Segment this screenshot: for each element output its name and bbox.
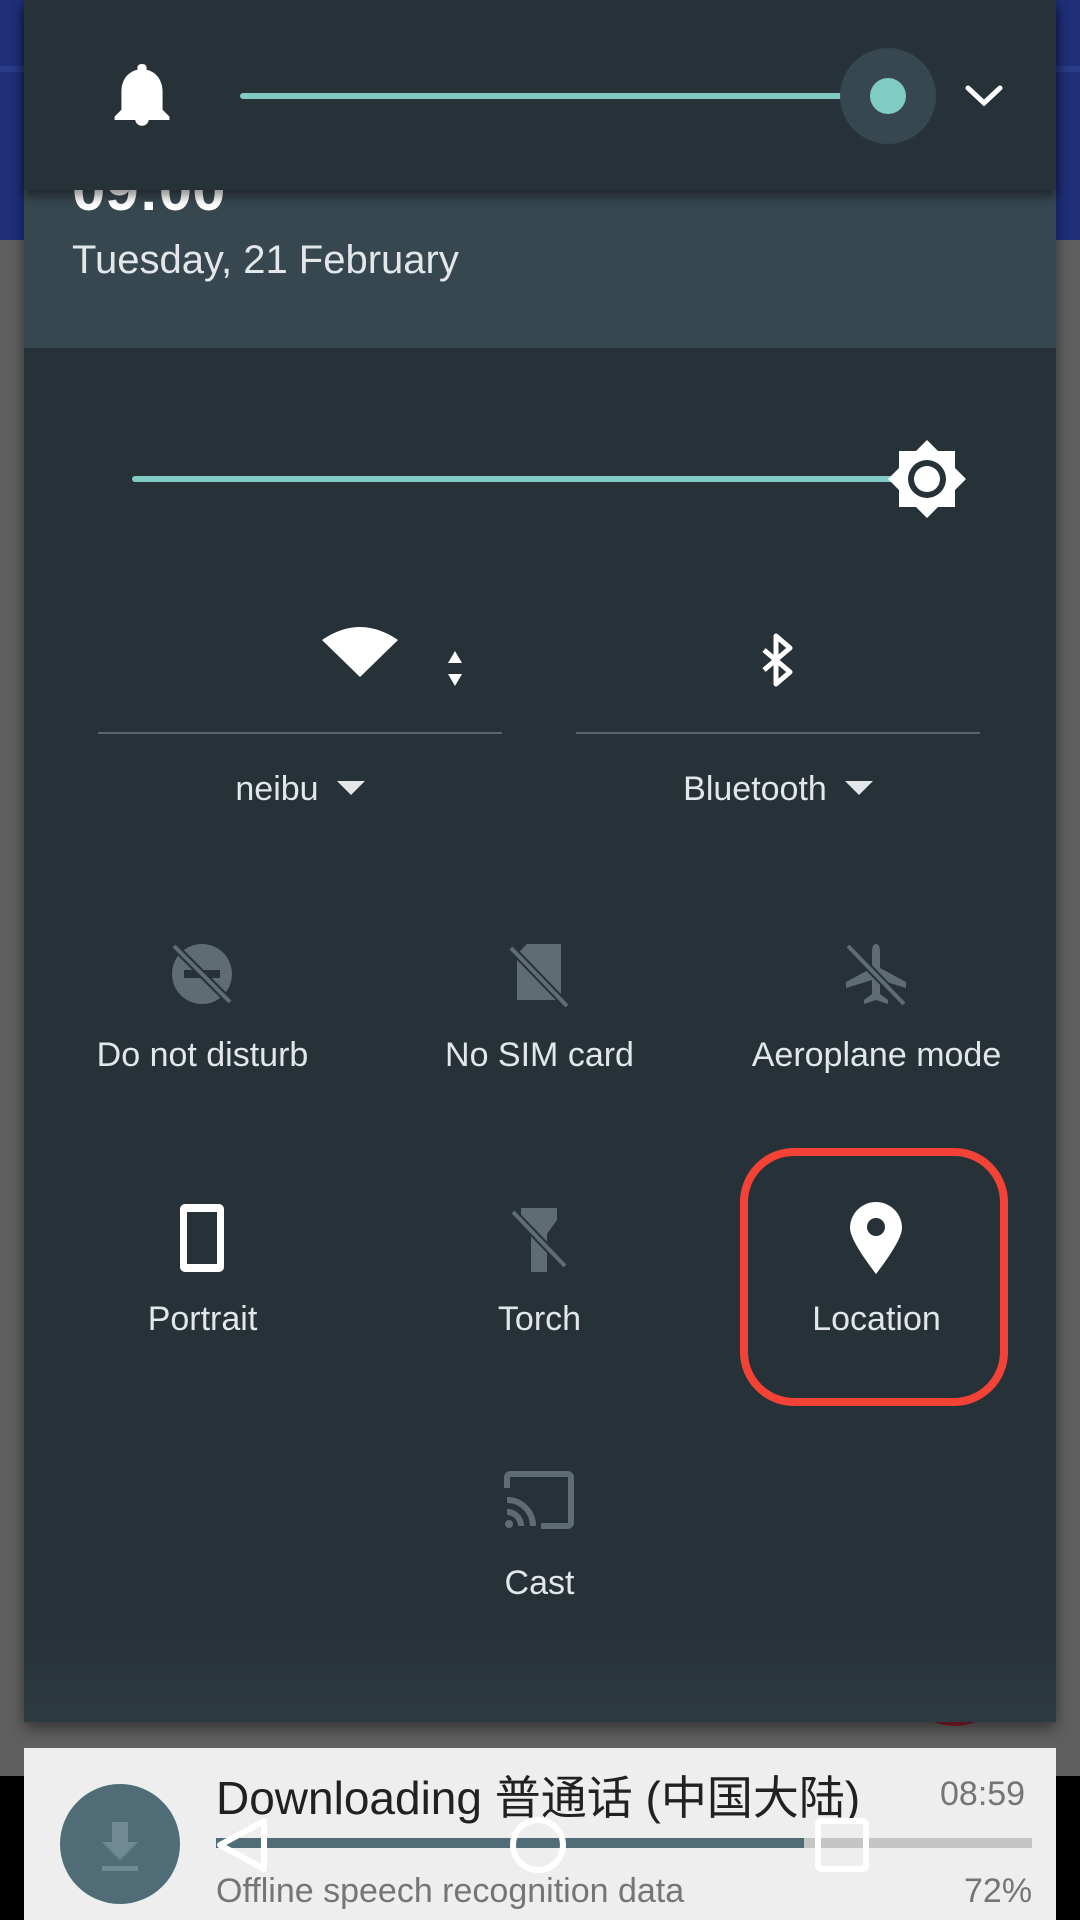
download-icon xyxy=(60,1784,180,1904)
bluetooth-icon xyxy=(762,633,793,687)
recents-button[interactable] xyxy=(812,1815,872,1875)
volume-panel xyxy=(24,0,1056,190)
volume-slider-thumb[interactable] xyxy=(870,78,906,114)
home-button[interactable] xyxy=(508,1815,568,1875)
tile-no-sim[interactable]: No SIM card xyxy=(371,930,708,1130)
notification-subtitle: Offline speech recognition data xyxy=(216,1872,685,1910)
no-sim-icon xyxy=(508,944,570,1009)
wifi-label[interactable]: neibu xyxy=(98,770,502,809)
dropdown-caret-icon xyxy=(844,781,873,796)
tile-do-not-disturb[interactable]: Do not disturb xyxy=(34,930,371,1130)
tile-label: Cast xyxy=(504,1564,575,1602)
tile-label: No SIM card xyxy=(445,1036,634,1074)
wifi-icon xyxy=(322,627,462,686)
download-progress-bar xyxy=(216,1838,1032,1848)
chevron-down-icon[interactable] xyxy=(962,80,1006,110)
brightness-icon[interactable] xyxy=(886,438,968,520)
tile-label: Torch xyxy=(497,1300,582,1338)
do-not-disturb-off-icon xyxy=(171,943,233,1005)
airplane-icon xyxy=(845,943,907,1007)
cast-icon xyxy=(504,1471,574,1529)
bluetooth-label[interactable]: Bluetooth xyxy=(576,770,980,809)
dropdown-caret-icon xyxy=(336,781,365,796)
tile-torch[interactable]: Torch xyxy=(371,1194,708,1394)
tile-aeroplane-mode[interactable]: Aeroplane mode xyxy=(708,930,1045,1130)
tile-portrait[interactable]: Portrait xyxy=(34,1194,371,1394)
back-button[interactable] xyxy=(212,1815,272,1875)
tile-cast[interactable]: Cast xyxy=(371,1458,708,1658)
wifi-divider xyxy=(98,732,502,734)
brightness-slider[interactable] xyxy=(132,476,932,482)
volume-slider[interactable] xyxy=(240,93,888,99)
notification-time: 08:59 xyxy=(940,1775,1026,1813)
bluetooth-tile[interactable]: Bluetooth xyxy=(576,620,980,830)
wifi-tile[interactable]: neibu xyxy=(98,620,502,830)
bluetooth-divider xyxy=(576,732,980,734)
tile-label: Portrait xyxy=(147,1300,258,1338)
location-highlight xyxy=(740,1148,1008,1406)
date[interactable]: Tuesday, 21 February xyxy=(72,238,459,283)
bell-icon[interactable] xyxy=(114,64,170,128)
torch-icon xyxy=(510,1208,568,1272)
tile-label: Aeroplane mode xyxy=(751,1036,1002,1074)
tile-label: Do not disturb xyxy=(96,1036,309,1074)
notification-percent: 72% xyxy=(964,1872,1033,1910)
portrait-icon xyxy=(180,1204,224,1272)
